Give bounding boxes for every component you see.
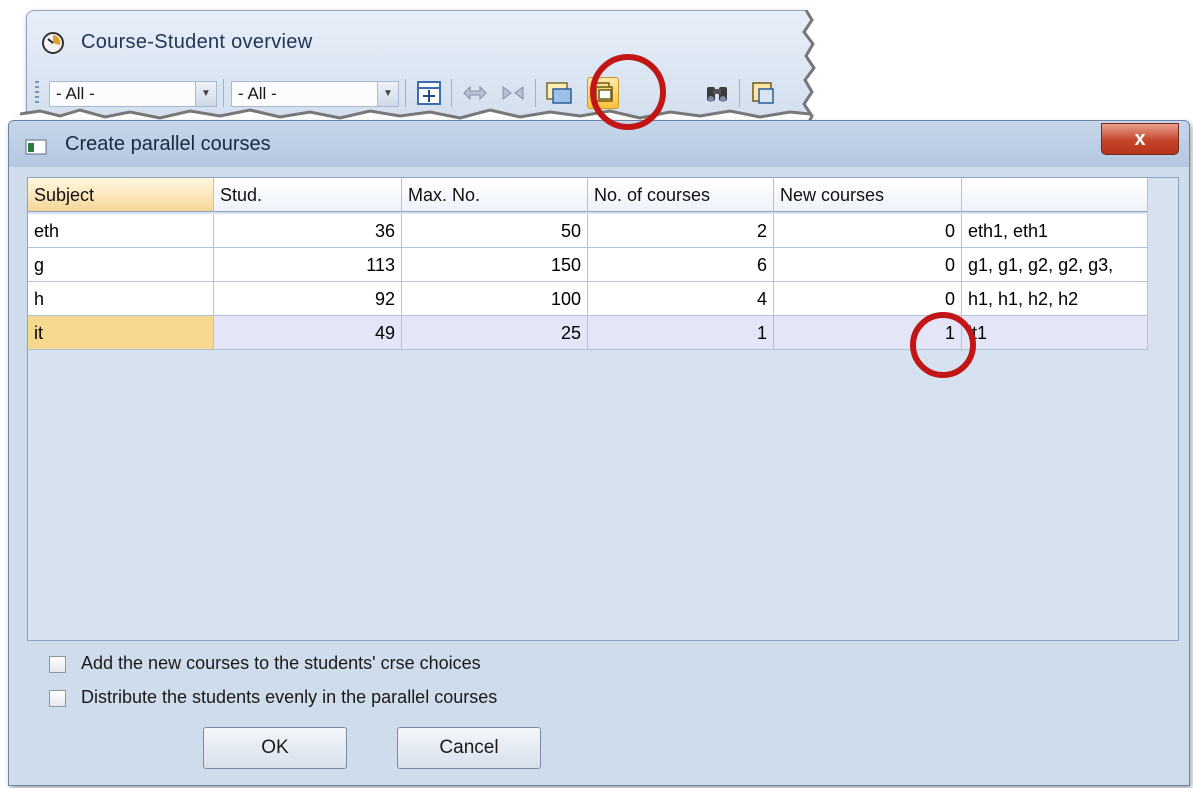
distribute-evenly-checkbox[interactable] bbox=[49, 690, 66, 707]
grid-header-row: Subject Stud. Max. No. No. of courses Ne… bbox=[28, 178, 1148, 212]
column-header-course-list[interactable] bbox=[962, 178, 1148, 212]
cell-no-of-courses[interactable]: 2 bbox=[588, 214, 774, 248]
cell-no-of-courses[interactable]: 4 bbox=[588, 282, 774, 316]
window-icon bbox=[25, 139, 47, 155]
table-row[interactable]: h 92 100 4 0 h1, h1, h2, h2 bbox=[28, 282, 1148, 316]
back-window-title: Course-Student overview bbox=[81, 31, 313, 53]
dialog-titlebar[interactable]: Create parallel courses x bbox=[9, 121, 1189, 167]
cancel-button[interactable]: Cancel bbox=[397, 727, 541, 769]
cell-new-courses[interactable]: 0 bbox=[774, 282, 962, 316]
column-header-subject[interactable]: Subject bbox=[28, 178, 214, 212]
cell-subject[interactable]: eth bbox=[28, 214, 214, 248]
distribute-evenly-label: Distribute the students evenly in the pa… bbox=[81, 687, 498, 707]
add-to-choices-checkbox[interactable] bbox=[49, 656, 66, 673]
cell-no-of-courses[interactable]: 1 bbox=[588, 316, 774, 350]
highlight-ring-toolbar bbox=[590, 54, 666, 130]
cell-max-no[interactable]: 150 bbox=[402, 248, 588, 282]
column-header-no-of-courses[interactable]: No. of courses bbox=[588, 178, 774, 212]
table-row[interactable]: eth 36 50 2 0 eth1, eth1 bbox=[28, 214, 1148, 248]
courses-grid: Subject Stud. Max. No. No. of courses Ne… bbox=[27, 177, 1179, 641]
course-student-overview-window: Course-Student overview - All - ▼ - All … bbox=[26, 10, 818, 124]
filter-combo-1[interactable]: - All - ▼ bbox=[49, 81, 217, 107]
table-row[interactable]: g 113 150 6 0 g1, g1, g2, g2, g3, bbox=[28, 248, 1148, 282]
column-header-stud[interactable]: Stud. bbox=[214, 178, 402, 212]
chevron-down-icon[interactable]: ▼ bbox=[195, 82, 216, 106]
toolbar-separator bbox=[535, 79, 536, 107]
course-list-icon[interactable] bbox=[543, 77, 575, 109]
close-icon: x bbox=[1134, 128, 1146, 150]
dialog-title: Create parallel courses bbox=[65, 133, 271, 155]
settings-window-icon[interactable] bbox=[747, 77, 779, 109]
filter-combo-2-value: - All - bbox=[238, 84, 277, 103]
binoculars-icon[interactable] bbox=[701, 77, 733, 109]
cell-new-courses[interactable]: 0 bbox=[774, 214, 962, 248]
toolbar: - All - ▼ - All - ▼ bbox=[35, 77, 805, 111]
cell-subject[interactable]: it bbox=[28, 316, 214, 350]
cell-subject[interactable]: h bbox=[28, 282, 214, 316]
add-to-choices-option[interactable]: Add the new courses to the students' crs… bbox=[49, 653, 609, 679]
close-button[interactable]: x bbox=[1101, 123, 1179, 155]
highlight-ring-new-courses bbox=[910, 312, 976, 378]
fit-grid-icon[interactable] bbox=[413, 77, 445, 109]
table-row-current[interactable]: it 49 25 1 1 it1 bbox=[28, 316, 1148, 350]
cell-subject[interactable]: g bbox=[28, 248, 214, 282]
merge-icon[interactable] bbox=[497, 77, 529, 109]
chevron-down-icon[interactable]: ▼ bbox=[377, 82, 398, 106]
create-parallel-courses-dialog: Create parallel courses x Subject Stud. … bbox=[8, 120, 1190, 786]
cell-no-of-courses[interactable]: 6 bbox=[588, 248, 774, 282]
cell-stud[interactable]: 92 bbox=[214, 282, 402, 316]
column-header-max-no[interactable]: Max. No. bbox=[402, 178, 588, 212]
clock-app-icon bbox=[42, 32, 64, 54]
cell-max-no[interactable]: 50 bbox=[402, 214, 588, 248]
cell-course-list[interactable]: eth1, eth1 bbox=[962, 214, 1148, 248]
filter-combo-1-value: - All - bbox=[56, 84, 95, 103]
ok-button[interactable]: OK bbox=[203, 727, 347, 769]
toolbar-separator bbox=[739, 79, 740, 107]
toolbar-separator bbox=[405, 79, 406, 107]
cell-max-no[interactable]: 25 bbox=[402, 316, 588, 350]
add-to-choices-label: Add the new courses to the students' crs… bbox=[81, 653, 481, 673]
swap-arrows-icon[interactable] bbox=[459, 77, 491, 109]
cell-course-list[interactable]: h1, h1, h2, h2 bbox=[962, 282, 1148, 316]
cell-stud[interactable]: 49 bbox=[214, 316, 402, 350]
toolbar-grip[interactable] bbox=[35, 81, 39, 105]
column-header-new-courses[interactable]: New courses bbox=[774, 178, 962, 212]
cell-stud[interactable]: 36 bbox=[214, 214, 402, 248]
cell-course-list[interactable]: g1, g1, g2, g2, g3, bbox=[962, 248, 1148, 282]
torn-edge-decoration bbox=[802, 10, 826, 128]
toolbar-separator bbox=[451, 79, 452, 107]
cell-max-no[interactable]: 100 bbox=[402, 282, 588, 316]
distribute-evenly-option[interactable]: Distribute the students evenly in the pa… bbox=[49, 687, 609, 713]
filter-combo-2[interactable]: - All - ▼ bbox=[231, 81, 399, 107]
cell-new-courses[interactable]: 0 bbox=[774, 248, 962, 282]
cell-course-list[interactable]: it1 bbox=[962, 316, 1148, 350]
toolbar-separator bbox=[223, 79, 224, 107]
cell-stud[interactable]: 113 bbox=[214, 248, 402, 282]
